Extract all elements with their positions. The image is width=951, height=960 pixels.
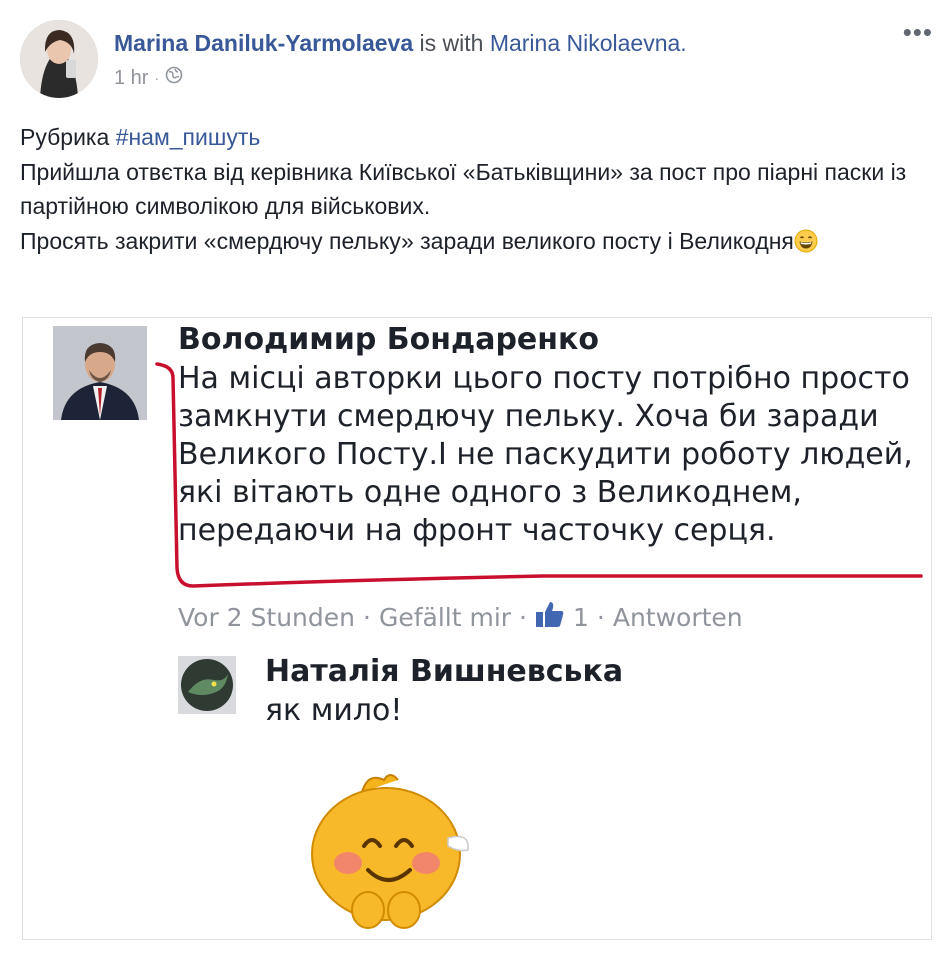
reply-commenter-avatar bbox=[178, 656, 236, 714]
comment-actions: Vor 2 Stunden · Gefällt mir · 1 · Antwor… bbox=[178, 600, 743, 634]
reply-link: Antworten bbox=[612, 602, 743, 632]
comment-text: На місці авторки цього посту потрібно пр… bbox=[178, 361, 913, 548]
comment-timestamp: Vor 2 Stunden bbox=[178, 602, 355, 632]
post-timestamp[interactable]: 1 hr bbox=[114, 67, 148, 90]
post-body: Рубрика #нам_пишуть Прийшла отвєтка від … bbox=[20, 120, 920, 258]
action-separator: · bbox=[596, 602, 605, 632]
thumbs-up-icon bbox=[535, 600, 565, 634]
reply-commenter-name: Наталія Вишневська bbox=[265, 654, 624, 689]
grinning-face-emoji-icon bbox=[794, 228, 818, 252]
commenter-name: Володимир Бондаренко bbox=[178, 322, 599, 357]
rubric-label: Рубрика bbox=[20, 124, 116, 150]
post-meta: 1 hr · bbox=[114, 66, 183, 90]
ellipsis-icon[interactable]: ••• bbox=[903, 19, 933, 45]
author-avatar[interactable] bbox=[20, 20, 98, 98]
embedded-screenshot[interactable]: Володимир Бондаренко На місці авторки ць… bbox=[22, 317, 932, 940]
action-separator: · bbox=[519, 602, 527, 632]
smiling-bun-sticker bbox=[298, 768, 478, 939]
hashtag-link[interactable]: #нам_пишуть bbox=[116, 124, 261, 150]
with-text: is with bbox=[419, 30, 484, 56]
reply-comment-text: як мило! bbox=[265, 693, 403, 728]
like-count: 1 bbox=[573, 602, 589, 632]
globe-icon[interactable] bbox=[165, 66, 183, 90]
post-header-line: Marina Daniluk-Yarmolaeva is with Marina… bbox=[114, 30, 687, 57]
post-line-3-text: Просять закрити «смердючу пельку» заради… bbox=[20, 227, 794, 254]
like-link: Gefällt mir bbox=[378, 602, 512, 632]
post-line-3: Просять закрити «смердючу пельку» заради… bbox=[20, 224, 920, 259]
meta-separator: · bbox=[154, 70, 160, 86]
tagged-user-link[interactable]: Marina Nikolaevna. bbox=[490, 30, 687, 56]
action-separator: · bbox=[363, 602, 371, 632]
author-name-link[interactable]: Marina Daniluk-Yarmolaeva bbox=[114, 30, 413, 56]
post-line-1: Рубрика #нам_пишуть bbox=[20, 120, 920, 155]
commenter-avatar bbox=[53, 326, 147, 420]
post-line-2: Прийшла отвєтка від керівника Київської … bbox=[20, 158, 907, 220]
